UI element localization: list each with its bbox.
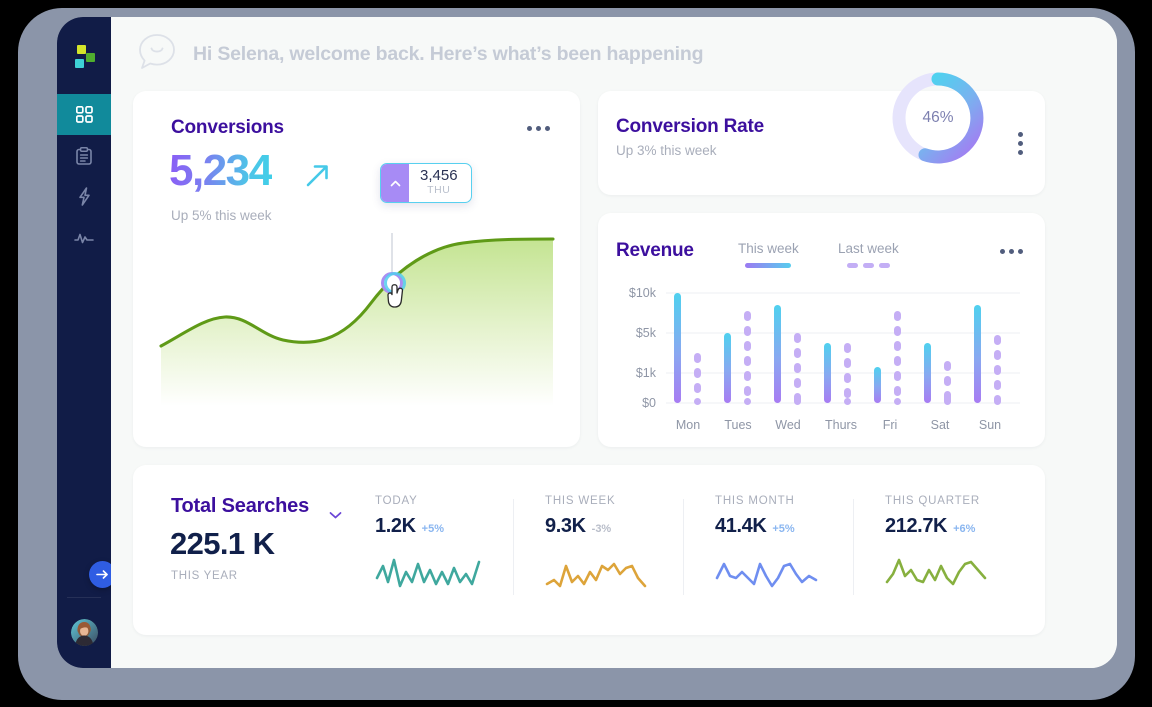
svg-text:$1k: $1k bbox=[636, 366, 657, 380]
tooltip-value: 3,456 bbox=[420, 167, 458, 184]
metric-label: THIS MONTH bbox=[715, 495, 827, 507]
sparkline-this-month bbox=[715, 552, 827, 592]
conversion-rate-subtitle: Up 3% this week bbox=[616, 143, 717, 158]
app-screen: Hi Selena, welcome back. Here’s what’s b… bbox=[57, 17, 1117, 668]
metric-value: 1.2K bbox=[375, 515, 416, 538]
total-searches-value: 225.1 K bbox=[170, 526, 274, 562]
activity-icon bbox=[74, 231, 94, 245]
svg-text:Fri: Fri bbox=[883, 418, 898, 432]
sparkline-today bbox=[375, 552, 487, 592]
greeting-text: Hi Selena, welcome back. Here’s what’s b… bbox=[193, 43, 703, 66]
legend-label: This week bbox=[738, 241, 799, 256]
svg-text:Sat: Sat bbox=[931, 418, 950, 432]
svg-text:$5k: $5k bbox=[636, 326, 657, 340]
metric-value: 9.3K bbox=[545, 515, 586, 538]
metric-this-month: THIS MONTH 41.4K +5% bbox=[715, 495, 827, 597]
arrow-up-right-icon bbox=[305, 163, 331, 194]
right-column: Conversion Rate Up 3% this week bbox=[598, 91, 1045, 447]
revenue-bar-chart[interactable]: $10k $5k $1k $0 bbox=[598, 271, 1045, 447]
sidebar-divider bbox=[67, 597, 101, 598]
metric-label: THIS WEEK bbox=[545, 495, 657, 507]
top-cards-row: Conversions 5,234 Up 5% this week bbox=[133, 91, 1095, 447]
revenue-menu-button[interactable] bbox=[1000, 249, 1023, 254]
lightning-icon bbox=[77, 187, 92, 206]
svg-text:Wed: Wed bbox=[775, 418, 801, 432]
metric-label: THIS QUARTER bbox=[885, 495, 997, 507]
metric-this-week: THIS WEEK 9.3K -3% bbox=[545, 495, 657, 597]
metric-divider bbox=[853, 499, 854, 595]
total-searches-card: Total Searches 225.1 K THIS YEAR TODAY 1… bbox=[133, 465, 1045, 635]
metric-value: 212.7K bbox=[885, 515, 947, 538]
conversions-menu-button[interactable] bbox=[527, 126, 550, 131]
metric-today: TODAY 1.2K +5% bbox=[375, 495, 487, 597]
conversion-rate-title: Conversion Rate bbox=[616, 116, 764, 138]
svg-text:$0: $0 bbox=[642, 396, 656, 410]
conversion-rate-menu-button[interactable] bbox=[1018, 132, 1023, 155]
conversion-rate-percent: 46% bbox=[887, 67, 989, 169]
avatar[interactable] bbox=[71, 619, 98, 646]
metric-divider bbox=[683, 499, 684, 595]
sidebar bbox=[57, 17, 111, 668]
conversions-tooltip[interactable]: 3,456 THU bbox=[380, 163, 472, 203]
chevron-up-icon bbox=[381, 164, 409, 202]
svg-text:Tues: Tues bbox=[724, 418, 751, 432]
metric-delta: +5% bbox=[772, 523, 794, 535]
conversions-value: 5,234 bbox=[169, 146, 272, 196]
metric-delta: -3% bbox=[592, 523, 612, 535]
conversions-title: Conversions bbox=[171, 117, 284, 139]
metric-this-quarter: THIS QUARTER 212.7K +6% bbox=[885, 495, 997, 597]
legend-dashed-swatch bbox=[847, 263, 890, 268]
grid-icon bbox=[76, 106, 93, 123]
sidebar-item-automations[interactable] bbox=[57, 176, 111, 217]
svg-text:Mon: Mon bbox=[676, 418, 700, 432]
metric-delta: +6% bbox=[953, 523, 975, 535]
total-searches-period: THIS YEAR bbox=[171, 570, 238, 582]
main-content: Hi Selena, welcome back. Here’s what’s b… bbox=[111, 17, 1117, 668]
app-logo[interactable] bbox=[71, 45, 97, 71]
metric-value: 41.4K bbox=[715, 515, 766, 538]
total-searches-title: Total Searches bbox=[171, 495, 309, 518]
metric-label: TODAY bbox=[375, 495, 487, 507]
legend-solid-swatch bbox=[745, 263, 791, 268]
clipboard-icon bbox=[76, 147, 92, 165]
chat-bubble-smile-icon bbox=[135, 30, 179, 79]
sparkline-this-week bbox=[545, 552, 657, 592]
sparkline-this-quarter bbox=[885, 552, 997, 592]
revenue-legend-this-week[interactable]: This week bbox=[738, 241, 799, 268]
conversions-area-chart[interactable] bbox=[133, 221, 580, 447]
revenue-legend-last-week[interactable]: Last week bbox=[838, 241, 899, 268]
sidebar-item-dashboard[interactable] bbox=[57, 94, 111, 135]
svg-text:Sun: Sun bbox=[979, 418, 1001, 432]
conversions-card: Conversions 5,234 Up 5% this week bbox=[133, 91, 580, 447]
tablet-device-frame: Hi Selena, welcome back. Here’s what’s b… bbox=[18, 8, 1135, 700]
revenue-title: Revenue bbox=[616, 240, 694, 262]
sidebar-item-reports[interactable] bbox=[57, 135, 111, 176]
conversion-rate-card: Conversion Rate Up 3% this week bbox=[598, 91, 1045, 195]
sidebar-item-analytics[interactable] bbox=[57, 217, 111, 258]
legend-label: Last week bbox=[838, 241, 899, 256]
metric-divider bbox=[513, 499, 514, 595]
arrow-right-icon bbox=[96, 569, 109, 580]
svg-text:$10k: $10k bbox=[629, 286, 657, 300]
tooltip-day: THU bbox=[420, 184, 458, 196]
svg-text:Thurs: Thurs bbox=[825, 418, 857, 432]
chevron-down-icon[interactable] bbox=[329, 506, 342, 524]
metric-delta: +5% bbox=[422, 523, 444, 535]
revenue-card: Revenue This week Last week bbox=[598, 213, 1045, 447]
